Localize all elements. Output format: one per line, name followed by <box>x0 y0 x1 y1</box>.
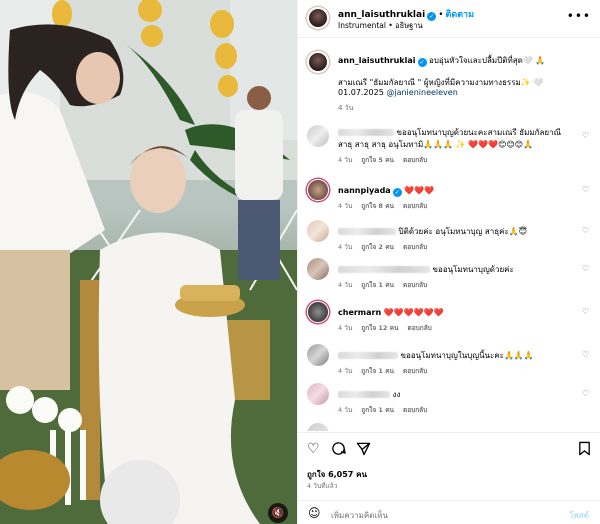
comment-text: ❤️❤️❤️ <box>404 186 435 195</box>
blurred-username <box>338 352 398 359</box>
share-icon[interactable] <box>356 441 371 460</box>
bookmark-icon[interactable] <box>578 441 591 460</box>
caption-date: 01.07.2025 <box>338 88 384 97</box>
comment-text: ขออนุโมทนาบุญด้วยค่ะ <box>432 265 514 274</box>
comment-avatar[interactable] <box>307 383 329 405</box>
comment-body: งง <box>338 389 563 401</box>
comment-avatar[interactable] <box>307 220 329 242</box>
comment-time[interactable]: 4 วัน <box>338 281 352 289</box>
comment-input[interactable]: เพิ่มความคิดเห็น <box>331 509 388 522</box>
comment-avatar[interactable] <box>307 179 329 201</box>
comments-feed[interactable]: ann_laisuthruklai ✓ อบอุ่นหัวใจและปลื้มปี… <box>298 39 600 431</box>
post-comment-button[interactable]: โพสต์ <box>569 509 589 522</box>
caption-avatar[interactable] <box>307 51 329 73</box>
comment-likes[interactable]: ถูกใจ 8 คน <box>361 202 394 210</box>
verified-badge-icon: ✓ <box>417 58 427 67</box>
caption-text-1: อบอุ่นหัวใจและปลื้มปีติที่สุด🤍 🙏 <box>429 56 546 65</box>
post-details-panel: ann_laisuthruklai ✓ • ติดตาม Instrumental •… <box>297 0 600 524</box>
comment-time[interactable]: 4 วัน <box>338 243 352 251</box>
post-actions: ♡ ถูกใจ 6,057 คน 4 วันที่แล้ว ☺ เพิ่มควา… <box>298 432 600 524</box>
comment-meta: 4 วัน ถูกใจ 12 คน ตอบกลับ <box>338 323 441 333</box>
comment-meta: 4 วัน ถูกใจ 1 คน ตอบกลับ <box>338 405 436 415</box>
comment-meta: 4 วัน ถูกใจ 5 คน ตอบกลับ <box>338 155 436 165</box>
comment-meta: 4 วัน ถูกใจ 2 คน ตอบกลับ <box>338 242 436 252</box>
photo-illustration <box>0 0 297 524</box>
reply-button[interactable]: ตอบกลับ <box>403 202 427 210</box>
mute-icon[interactable]: 🔇 <box>268 503 288 523</box>
post-author: ann_laisuthruklai ✓ • ติดตาม <box>338 7 474 21</box>
author-username[interactable]: ann_laisuthruklai <box>338 10 425 20</box>
reply-button[interactable]: ตอบกลับ <box>408 324 432 332</box>
comment-text: ❤️❤️❤️❤️❤️❤️ <box>383 308 444 317</box>
comment-meta: 4 วัน ถูกใจ 1 คน ตอบกลับ <box>338 280 436 290</box>
comment-text: ขออนุโมทนาบุญในบุญนี้นะคะ🙏🙏🙏 <box>400 351 534 360</box>
comment-likes[interactable]: ถูกใจ 12 คน <box>361 324 398 332</box>
reply-button[interactable]: ตอบกลับ <box>403 367 427 375</box>
reply-button[interactable]: ตอบกลับ <box>403 243 427 251</box>
comment-avatar[interactable] <box>307 344 329 366</box>
comment-username[interactable]: nannpiyada <box>338 186 391 195</box>
comment-icon[interactable] <box>331 441 346 460</box>
reply-button[interactable]: ตอบกลับ <box>403 156 427 164</box>
comment-avatar[interactable] <box>307 125 329 147</box>
comment-meta: 4 วัน ถูกใจ 8 คน ตอบกลับ <box>338 201 436 211</box>
caption-line-3: 01.07.2025 @janienineeleven <box>338 88 458 97</box>
caption-line-1: ann_laisuthruklai ✓ อบอุ่นหัวใจและปลื้มปี… <box>338 54 545 67</box>
comment-avatar[interactable] <box>307 258 329 280</box>
comment-text: งง <box>392 390 401 399</box>
avatar[interactable] <box>307 7 329 29</box>
more-options-icon[interactable]: ••• <box>567 9 591 23</box>
blurred-username <box>338 391 390 398</box>
blurred-username <box>338 228 396 235</box>
comment-body: nannpiyada ✓ ❤️❤️❤️ <box>338 185 563 197</box>
verified-badge-icon: ✓ <box>427 12 437 21</box>
comment-meta: 4 วัน ถูกใจ 1 คน ตอบกลับ <box>338 366 436 376</box>
audio-label[interactable]: Instrumental • อธิษฐาน <box>338 20 423 32</box>
caption-time[interactable]: 4 วัน <box>338 103 353 114</box>
comment-body: ขออนุโมทนาบุญด้วยค่ะ <box>338 264 563 276</box>
comment-likes[interactable]: ถูกใจ 1 คน <box>361 367 394 375</box>
comment-time[interactable]: 4 วัน <box>338 202 352 210</box>
comment-time[interactable]: 4 วัน <box>338 367 352 375</box>
reply-button[interactable]: ตอบกลับ <box>403 281 427 289</box>
caption-mention[interactable]: @janienineeleven <box>386 88 457 97</box>
post-photo[interactable]: 🔇 <box>0 0 297 524</box>
comment-avatar[interactable] <box>307 301 329 323</box>
heart-icon[interactable]: ♡ <box>307 441 320 457</box>
like-comment-icon[interactable]: ♡ <box>582 350 589 359</box>
like-count[interactable]: ถูกใจ 6,057 คน <box>307 468 367 481</box>
blurred-username <box>338 129 394 136</box>
blurred-username <box>338 266 430 273</box>
post-time[interactable]: 4 วันที่แล้ว <box>307 481 337 491</box>
comment-time[interactable]: 4 วัน <box>338 406 352 414</box>
comment-username[interactable]: chermarn <box>338 308 381 317</box>
add-comment-bar: ☺ เพิ่มความคิดเห็น โพสต์ <box>298 500 600 524</box>
like-comment-icon[interactable]: ♡ <box>582 264 589 273</box>
comment-body: ขออนุโมทนาบุญในบุญนี้นะคะ🙏🙏🙏 <box>338 350 563 362</box>
comment-time[interactable]: 4 วัน <box>338 156 352 164</box>
comment-avatar[interactable] <box>307 423 329 431</box>
comment-likes[interactable]: ถูกใจ 5 คน <box>361 156 394 164</box>
post-header: ann_laisuthruklai ✓ • ติดตาม Instrumental •… <box>298 0 600 38</box>
comment-likes[interactable]: ถูกใจ 1 คน <box>361 406 394 414</box>
comment-time[interactable]: 4 วัน <box>338 324 352 332</box>
comment-likes[interactable]: ถูกใจ 2 คน <box>361 243 394 251</box>
like-comment-icon[interactable]: ♡ <box>582 226 589 235</box>
caption-username[interactable]: ann_laisuthruklai <box>338 56 416 65</box>
follow-button[interactable]: ติดตาม <box>446 10 475 20</box>
like-comment-icon[interactable]: ♡ <box>582 131 589 140</box>
like-comment-icon[interactable]: ♡ <box>582 307 589 316</box>
comment-body: ขออนุโมทนาบุญด้วยนะคะสามเณรี ธัมมกัลยาณี… <box>338 127 563 151</box>
separator-dot: • <box>438 10 444 20</box>
comment-body: ปิติด้วยค่ะ อนุโมทนาบุญ สาธุค่ะ🙏😇 <box>338 226 563 238</box>
reply-button[interactable]: ตอบกลับ <box>403 406 427 414</box>
verified-badge-icon: ✓ <box>392 188 402 197</box>
comment-text: ปิติด้วยค่ะ อนุโมทนาบุญ สาธุค่ะ🙏😇 <box>398 227 528 236</box>
like-comment-icon[interactable]: ♡ <box>582 185 589 194</box>
emoji-icon[interactable]: ☺ <box>308 506 321 520</box>
comment-body: chermarn ❤️❤️❤️❤️❤️❤️ <box>338 307 563 319</box>
like-comment-icon[interactable]: ♡ <box>582 389 589 398</box>
comment-likes[interactable]: ถูกใจ 1 คน <box>361 281 394 289</box>
